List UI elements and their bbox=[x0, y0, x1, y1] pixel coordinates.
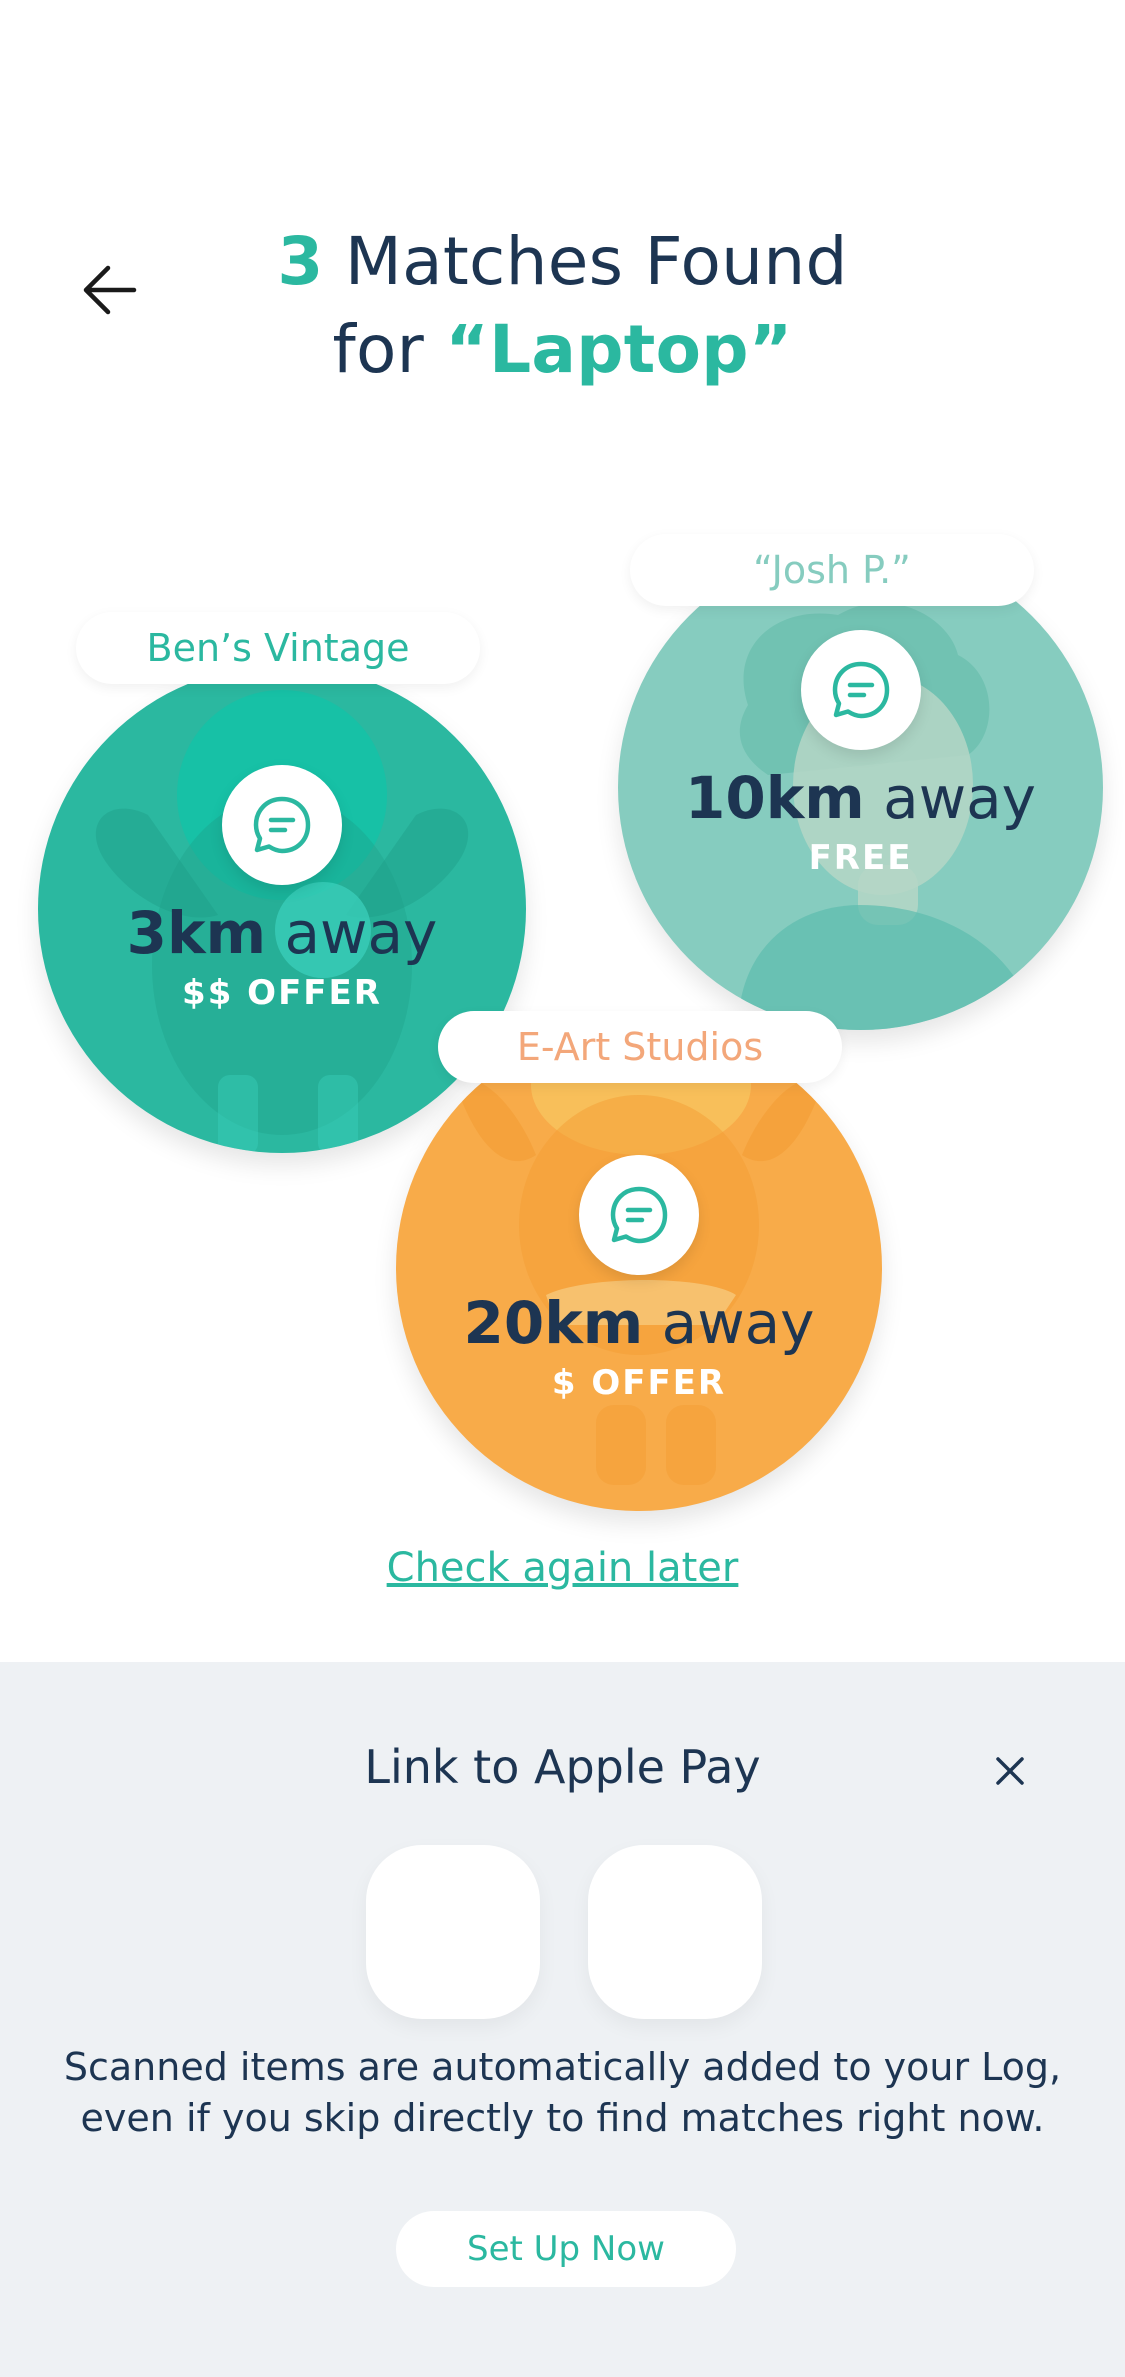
arrow-left-icon[interactable] bbox=[78, 258, 142, 322]
page-title: 3 Matches Found for “Laptop” bbox=[150, 218, 975, 394]
title-line-2: for “Laptop” bbox=[150, 306, 975, 394]
distance-value: 20km bbox=[463, 1289, 644, 1357]
distance-suffix: away bbox=[643, 1289, 815, 1357]
distance-suffix: away bbox=[266, 899, 438, 967]
distance-value: 10km bbox=[684, 764, 865, 832]
match-card-content: 10km away FREE bbox=[618, 545, 1103, 1030]
match-card-josh-p[interactable]: 10km away FREE bbox=[618, 545, 1103, 1030]
chat-bubble-icon[interactable] bbox=[800, 630, 921, 750]
title-prefix: for bbox=[332, 311, 446, 388]
offer-badge: FREE bbox=[808, 838, 913, 878]
payment-option-tile[interactable] bbox=[588, 1845, 762, 2019]
match-card-content: 20km away $ OFFER bbox=[396, 1025, 882, 1511]
offer-badge: $ OFFER bbox=[551, 1363, 727, 1403]
offer-badge: $$ OFFER bbox=[182, 973, 382, 1013]
distance-label: 10km away bbox=[685, 762, 1036, 834]
matches-screen: 3 Matches Found for “Laptop” 3km away $$… bbox=[0, 0, 1125, 2377]
seller-name-e-art-studios[interactable]: E-Art Studios bbox=[438, 1011, 842, 1083]
chat-bubble-icon[interactable] bbox=[579, 1155, 699, 1275]
close-icon[interactable] bbox=[985, 1746, 1035, 1796]
check-again-later-link[interactable]: Check again later bbox=[0, 1545, 1125, 1591]
sheet-title: Link to Apple Pay bbox=[364, 1740, 761, 1794]
distance-label: 20km away bbox=[463, 1287, 814, 1359]
set-up-now-button[interactable]: Set Up Now bbox=[396, 2211, 736, 2287]
match-count: 3 bbox=[277, 223, 324, 300]
seller-name-bens-vintage[interactable]: Ben’s Vintage bbox=[76, 612, 480, 684]
sheet-description: Scanned items are automatically added to… bbox=[63, 2045, 1062, 2140]
distance-value: 3km bbox=[126, 899, 267, 967]
payment-option-tile[interactable] bbox=[366, 1845, 540, 2019]
apple-pay-sheet: Link to Apple Pay Scanned items are auto… bbox=[0, 1662, 1125, 2377]
title-text: Matches Found bbox=[323, 223, 848, 300]
match-card-e-art-studios[interactable]: 20km away $ OFFER bbox=[396, 1025, 882, 1511]
title-line-1: 3 Matches Found bbox=[150, 218, 975, 306]
distance-suffix: away bbox=[864, 764, 1036, 832]
search-query: “Laptop” bbox=[445, 311, 793, 388]
distance-label: 3km away bbox=[127, 897, 438, 969]
seller-name-josh-p[interactable]: “Josh P.” bbox=[630, 534, 1034, 606]
chat-bubble-icon[interactable] bbox=[222, 765, 342, 885]
